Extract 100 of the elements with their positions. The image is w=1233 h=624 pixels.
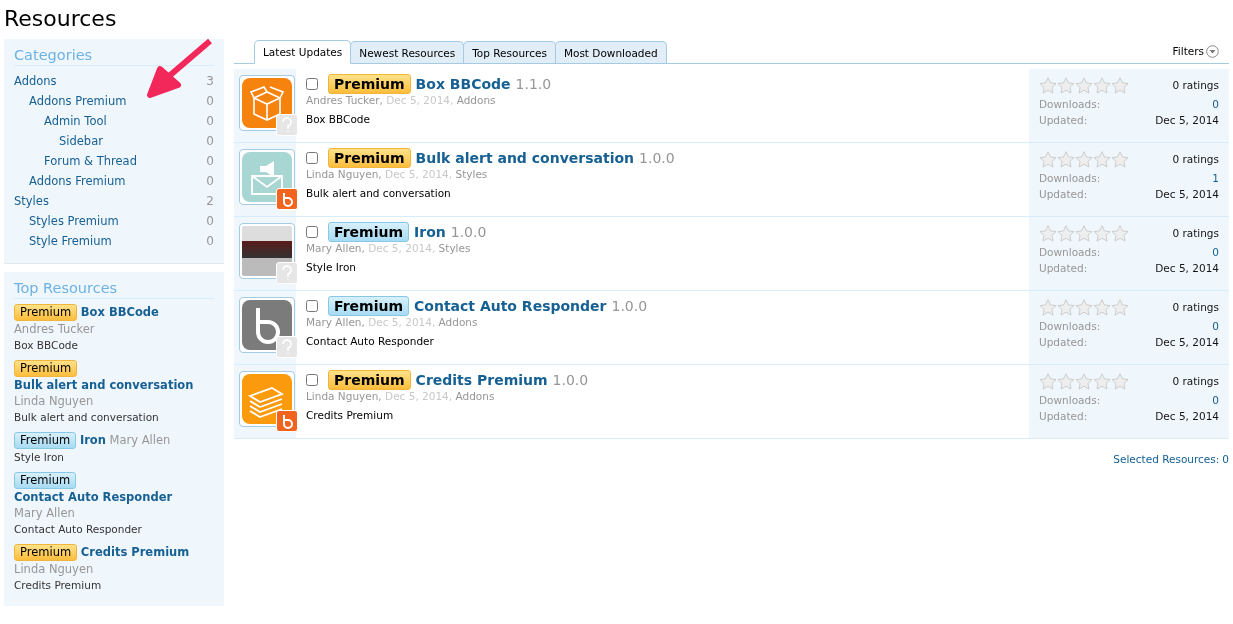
star-rating[interactable] [1039,372,1129,390]
category-name: Addons [455,390,495,402]
category-link[interactable]: Forum & Thread [44,154,137,168]
star-icon [1093,150,1111,168]
star-icon [1093,298,1111,316]
star-icon [1039,372,1057,390]
star-icon [1093,372,1111,390]
category-link[interactable]: Style Fremium [29,234,112,248]
resource-title[interactable]: Credits Premium [415,372,548,388]
category-link[interactable]: Admin Tool [44,114,107,128]
author-name: Linda Nguyen [14,394,94,408]
selected-resources-label: Selected Resources: [1113,453,1220,465]
category-count: 0 [206,174,214,188]
star-icon [1039,150,1057,168]
star-icon [1093,224,1111,242]
downloads-count: 1 [1212,172,1219,184]
updated-date: Dec 5, 2014 [1155,410,1219,422]
category-link[interactable]: Sidebar [59,134,103,148]
resource-link[interactable]: Box BBCode [80,305,159,319]
category-name: Addons [438,316,478,328]
resource-description: Contact Auto Responder [14,522,143,537]
ratings-count: 0 ratings [1172,375,1219,387]
prefix-tag: Premium [328,148,411,168]
tab[interactable]: Most Downloaded [554,41,667,63]
star-icon [1111,224,1129,242]
select-checkbox[interactable] [306,78,318,90]
resource-title[interactable]: Iron [414,224,446,240]
category-count: 0 [206,134,214,148]
category-count: 3 [206,74,214,88]
prefix-tag: Fremium [14,432,77,449]
star-icon [1039,76,1057,94]
select-checkbox[interactable] [306,152,318,164]
prefix-tag: Premium [14,304,78,321]
category-link[interactable]: Addons [14,74,57,88]
resource-description: Contact Auto Responder [306,335,435,347]
updated-label: Updated: [1039,336,1088,348]
category-name: Styles [438,242,471,254]
page-title: Resources [4,6,118,31]
star-rating[interactable] [1039,150,1129,168]
prefix-tag: Premium [328,74,411,94]
category-link[interactable]: Addons Fremium [29,174,126,188]
author-name: Mary Allen [14,506,75,520]
category-link[interactable]: Addons Premium [29,94,127,108]
resource-description: Credits Premium [306,409,395,421]
author-name: Mary Allen [109,433,171,447]
category-count: 0 [206,154,214,168]
prefix-tag: Premium [14,360,78,377]
updated-date: Dec 5, 2014 [1155,262,1219,274]
star-icon [1075,298,1093,316]
resource-version: 1.0.0 [639,150,675,166]
star-rating[interactable] [1039,224,1129,242]
resource-description: Bulk alert and conversation [306,187,452,199]
prefix-tag: Premium [14,544,78,561]
star-rating[interactable] [1039,298,1129,316]
updated-date: Dec 5, 2014 [1155,114,1219,126]
downloads-count: 0 [1212,394,1219,406]
star-icon [1075,76,1093,94]
star-icon [1111,150,1129,168]
updated-date: Dec 5, 2014 [1155,188,1219,200]
downloads-label: Downloads: [1039,394,1101,406]
downloads-label: Downloads: [1039,320,1101,332]
star-rating[interactable] [1039,76,1129,94]
resource-description: Style Iron [306,261,357,273]
tab[interactable]: Newest Resources [350,41,465,63]
resource-link[interactable]: Iron [79,433,106,447]
resource-title[interactable]: Bulk alert and conversation [415,150,635,166]
resource-version: 1.1.0 [515,76,552,92]
star-icon [1057,372,1075,390]
category-link[interactable]: Styles [14,194,49,208]
select-checkbox[interactable] [306,374,318,386]
ratings-count: 0 ratings [1172,79,1219,91]
updated-label: Updated: [1039,262,1088,274]
resource-title[interactable]: Box BBCode [415,76,511,92]
selected-resources-count: 0 [1222,453,1229,465]
resource-version: 1.0.0 [450,224,487,240]
select-checkbox[interactable] [306,226,318,238]
select-checkbox[interactable] [306,300,318,312]
category-count: 0 [206,114,214,128]
resource-link[interactable]: Credits Premium [80,545,190,559]
filters-button[interactable]: Filters [1172,44,1229,58]
category-name: Styles [455,168,488,180]
resource-version: 1.0.0 [552,372,589,388]
author-name: Mary Allen, [306,242,365,254]
tab[interactable]: Top Resources [463,41,556,63]
prefix-tag: Fremium [328,296,409,316]
star-icon [1057,224,1075,242]
resource-link[interactable]: Bulk alert and conversation [14,378,194,392]
star-icon [1093,76,1111,94]
category-link[interactable]: Styles Premium [29,214,119,228]
tab[interactable]: Latest Updates [254,40,352,64]
author-name: Linda Nguyen, [306,168,382,180]
resource-title[interactable]: Contact Auto Responder [414,298,607,314]
downloads-label: Downloads: [1039,98,1101,110]
author-name: Linda Nguyen [14,562,94,576]
prefix-tag: Fremium [14,472,77,489]
category-count: 2 [206,194,214,208]
ratings-count: 0 ratings [1172,153,1219,165]
ratings-count: 0 ratings [1172,227,1219,239]
category-count: 0 [206,234,214,248]
resource-link[interactable]: Contact Auto Responder [14,490,173,504]
